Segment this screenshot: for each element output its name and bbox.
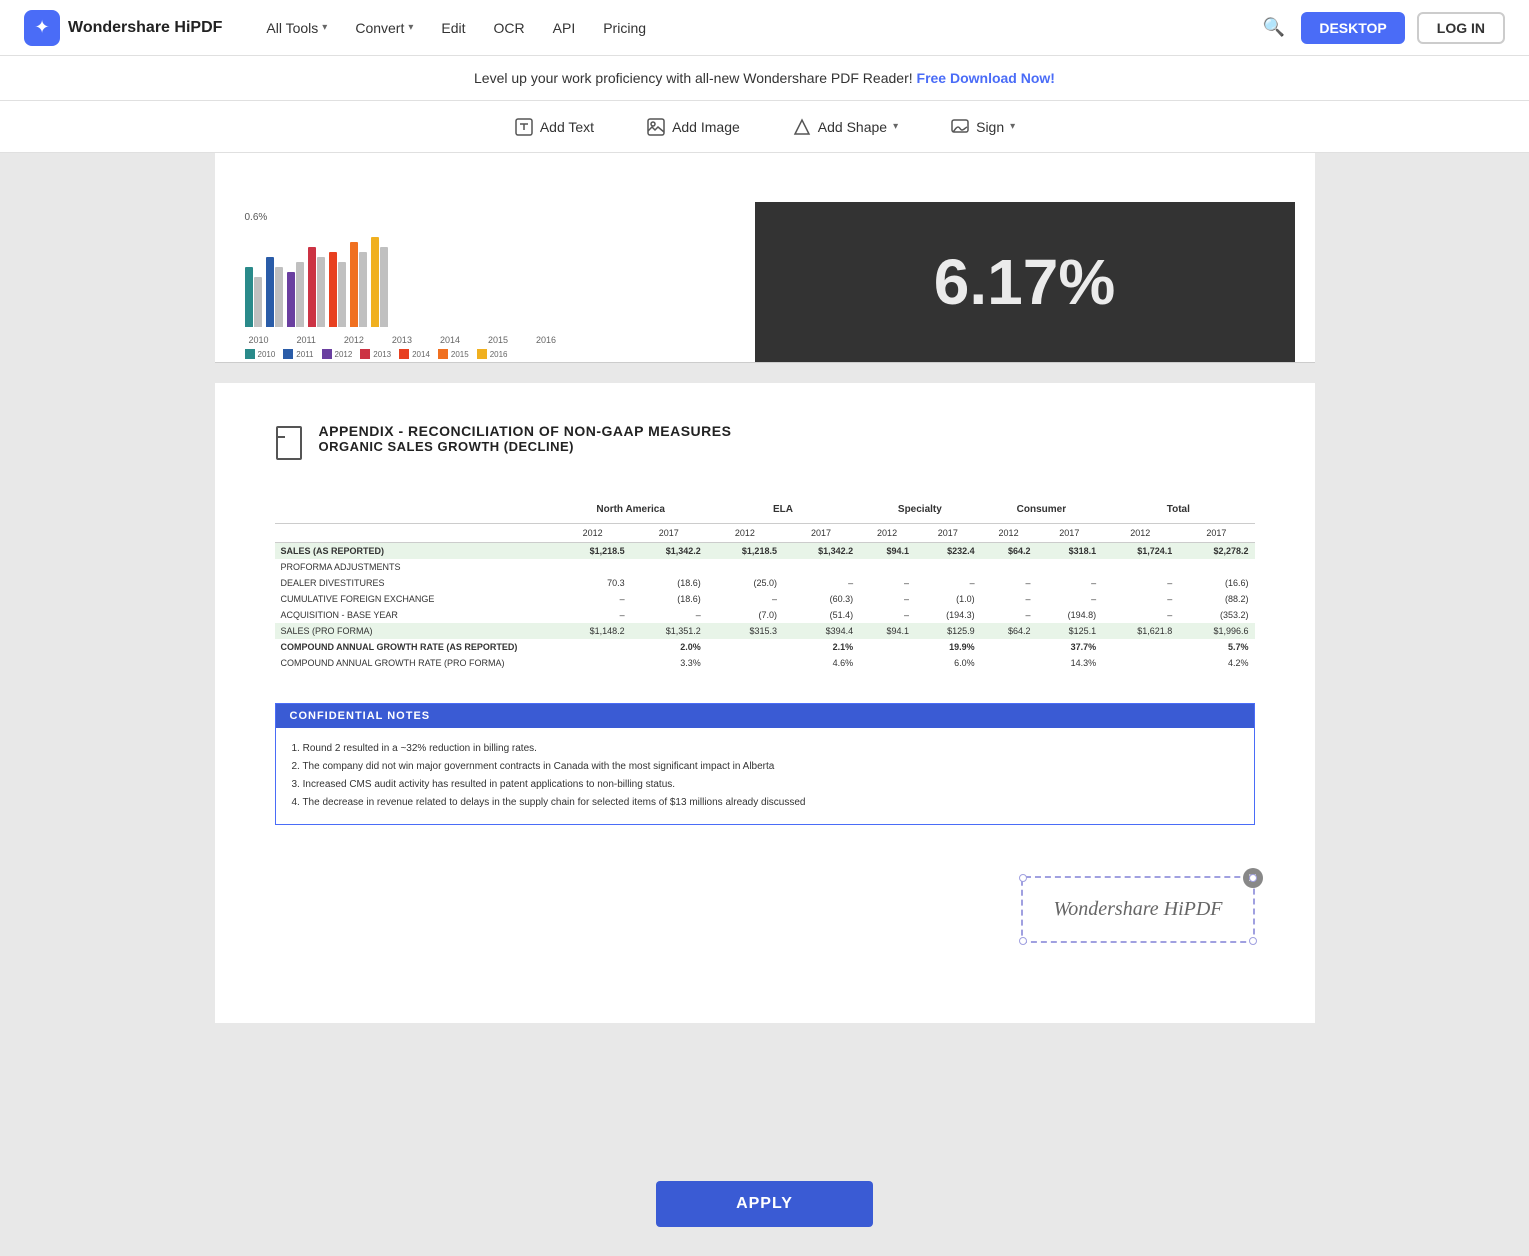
note-item: 1. Round 2 resulted in a ~32% reduction … [292,740,1238,758]
table-row: SALES (AS REPORTED) $1,218.5 $1,342.2 $1… [275,543,1255,560]
signature-watermark[interactable]: ✕ Wondershare HiPDF [1021,876,1254,943]
chevron-down-icon: ▾ [408,22,413,33]
desktop-button[interactable]: DESKTOP [1301,12,1404,44]
chevron-down-icon: ▾ [322,22,327,33]
add-image-tool[interactable]: Add Image [636,111,750,143]
apply-button[interactable]: APPLY [656,1181,873,1227]
logo-area[interactable]: ✦ Wondershare HiPDF [24,10,222,46]
chevron-down-icon: ▾ [1010,121,1015,132]
bookmark-icon [275,425,303,468]
signature-text: Wondershare HiPDF [1053,898,1222,920]
text-icon [514,117,534,137]
nav-edit[interactable]: Edit [429,14,477,42]
table-row: COMPOUND ANNUAL GROWTH RATE (PRO FORMA) … [275,655,1255,671]
notes-content: 1. Round 2 resulted in a ~32% reduction … [276,728,1254,824]
search-button[interactable]: 🔍 [1259,13,1289,42]
table-row: CUMULATIVE FOREIGN EXCHANGE – (18.6) – (… [275,591,1255,607]
table-row: ACQUISITION - BASE YEAR – – (7.0) (51.4)… [275,607,1255,623]
note-item: 3. Increased CMS audit activity has resu… [292,776,1238,794]
resize-handle-br[interactable] [1249,937,1257,945]
main-nav: All Tools ▾ Convert ▾ Edit OCR API Prici… [254,14,1259,42]
note-item: 2. The company did not win major governm… [292,758,1238,776]
notes-header: CONFIDENTIAL NOTES [276,704,1254,728]
login-button[interactable]: LOG IN [1417,12,1505,44]
editor-toolbar: Add Text Add Image Add Shape ▾ Sign ▾ [0,101,1529,153]
doc-top-section: 0.6% [215,153,1315,363]
image-icon [646,117,666,137]
resize-handle-tr[interactable] [1249,874,1257,882]
confidential-notes-box: CONFIDENTIAL NOTES 1. Round 2 resulted i… [275,703,1255,825]
chart-year-labels: 2010201120122013201420152016 [245,335,725,345]
resize-handle-bl[interactable] [1019,937,1027,945]
appendix-section: APPENDIX - RECONCILIATION OF NON-GAAP ME… [215,383,1315,1023]
nav-api[interactable]: API [541,14,588,42]
note-item: 4. The decrease in revenue related to de… [292,794,1238,812]
nav-all-tools[interactable]: All Tools ▾ [254,14,339,42]
content-area: 0.6% [0,153,1529,1256]
apply-bar: APPLY [0,1165,1529,1243]
table-row: COMPOUND ANNUAL GROWTH RATE (AS REPORTED… [275,639,1255,655]
nav-convert[interactable]: Convert ▾ [343,14,425,42]
logo-icon: ✦ [24,10,60,46]
bar-chart: 0.6% [235,202,735,362]
header: ✦ Wondershare HiPDF All Tools ▾ Convert … [0,0,1529,56]
financial-table: North America ELA Specialty Consumer Tot… [275,500,1255,671]
chart-legend: 2010 2011 2012 2013 2014 2015 2016 [245,349,725,359]
nav-ocr[interactable]: OCR [482,14,537,42]
big-number-display: 6.17% [755,202,1295,362]
sign-icon [950,117,970,137]
nav-pricing[interactable]: Pricing [591,14,658,42]
header-actions: 🔍 DESKTOP LOG IN [1259,12,1505,44]
table-row: SALES (PRO FORMA) $1,148.2 $1,351.2 $315… [275,623,1255,639]
promo-banner: Level up your work proficiency with all-… [0,56,1529,101]
sign-tool[interactable]: Sign ▾ [940,111,1025,143]
shape-icon [792,117,812,137]
add-text-tool[interactable]: Add Text [504,111,604,143]
resize-handle-tl[interactable] [1019,874,1027,882]
add-shape-tool[interactable]: Add Shape ▾ [782,111,908,143]
page-separator [215,363,1315,383]
document-page: 0.6% [215,153,1315,1023]
download-link[interactable]: Free Download Now! [917,70,1055,86]
table-row: PROFORMA ADJUSTMENTS [275,559,1255,575]
section-titles: APPENDIX - RECONCILIATION OF NON-GAAP ME… [319,423,732,454]
logo-text: Wondershare HiPDF [68,19,222,37]
table-row: DEALER DIVESTITURES 70.3 (18.6) (25.0) –… [275,575,1255,591]
chevron-down-icon: ▾ [893,121,898,132]
section-header: APPENDIX - RECONCILIATION OF NON-GAAP ME… [275,423,1255,468]
